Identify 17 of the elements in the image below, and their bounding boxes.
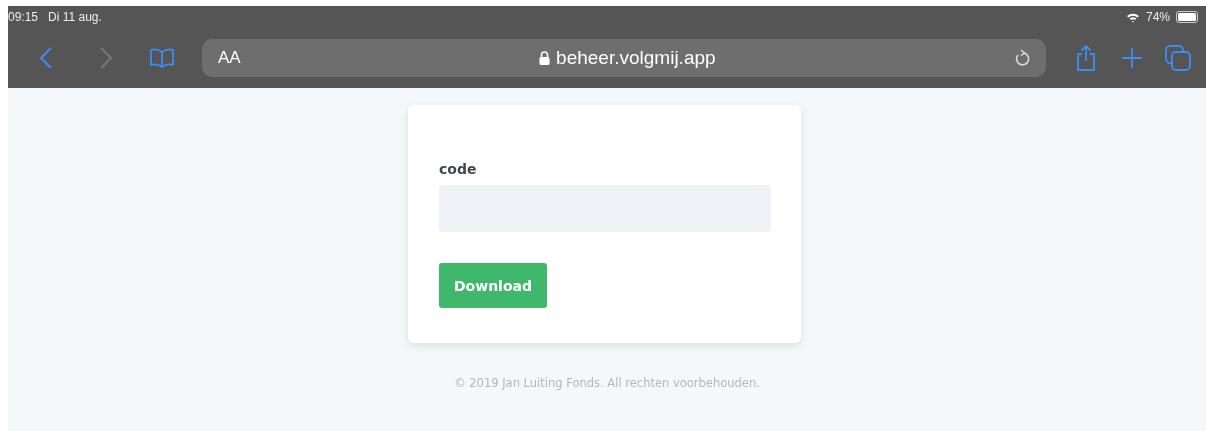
url-text: beheer.volgmij.app (556, 47, 716, 69)
battery-percentage: 74% (1145, 10, 1170, 24)
copyright-text: © 2019 Jan Luiting Fonds. All rechten voorbehouden. (454, 376, 760, 390)
address-bar[interactable]: AA beheer.volgmij.app (202, 39, 1046, 77)
status-time: 09:15 (8, 10, 39, 24)
chevron-left-icon (39, 46, 53, 70)
plus-icon (1122, 48, 1142, 68)
chevron-right-icon (99, 46, 113, 70)
text-size-button[interactable]: AA (218, 48, 241, 68)
code-label: code (439, 161, 477, 177)
battery-icon (1176, 11, 1200, 23)
overlapping-squares-icon (1165, 45, 1191, 71)
reload-icon[interactable] (1014, 49, 1030, 67)
wifi-icon (1125, 11, 1140, 23)
book-icon (149, 48, 175, 68)
share-icon (1076, 45, 1096, 71)
status-date: Di 11 aug. (48, 10, 102, 24)
